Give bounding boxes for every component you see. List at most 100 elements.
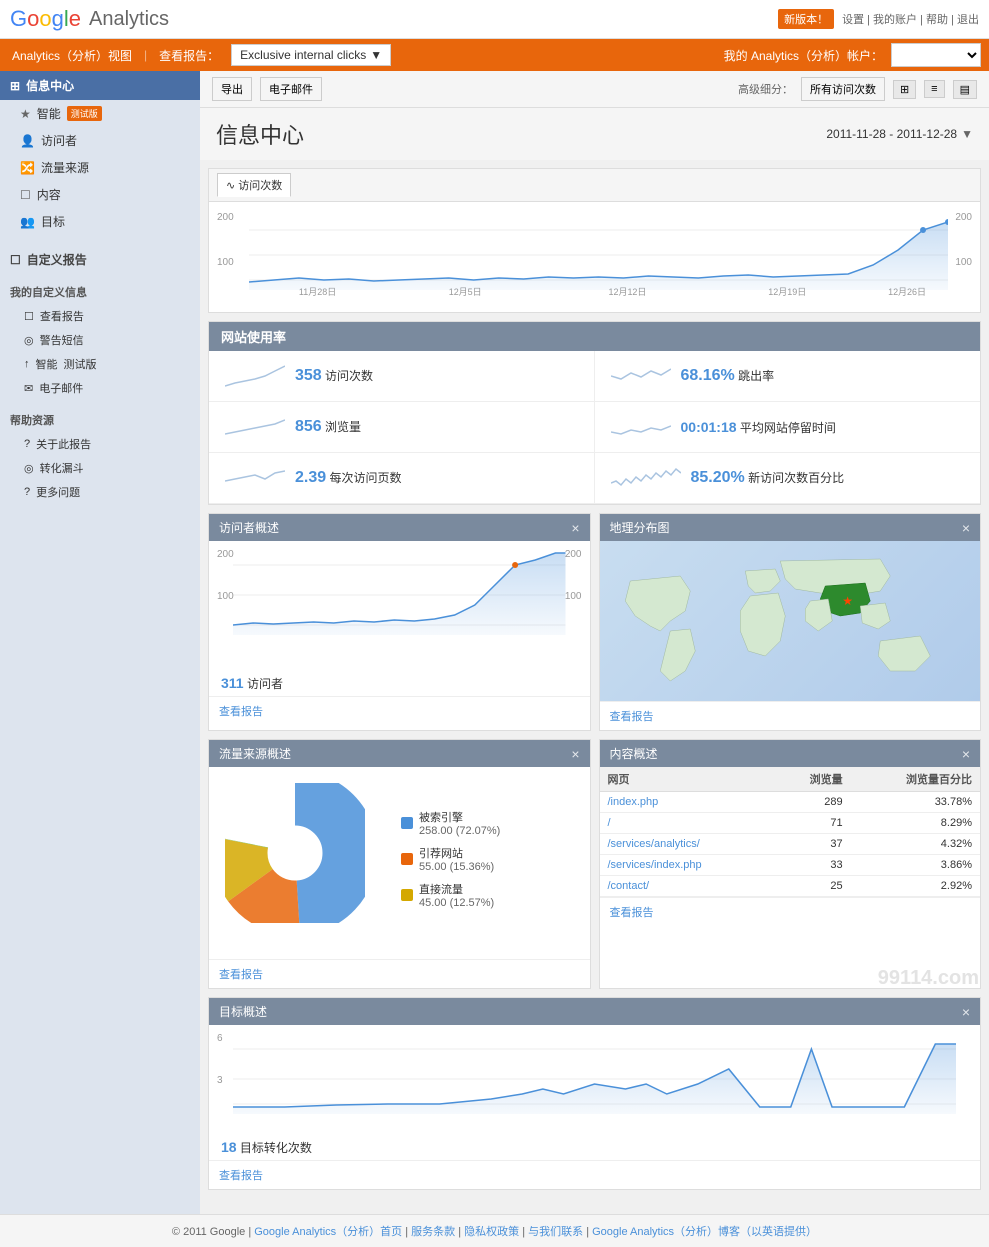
col-views: 浏览量 — [773, 767, 850, 792]
nav-dropdown[interactable]: Exclusive internal clicks ▼ — [231, 44, 391, 66]
cell-pct: 33.78% — [851, 792, 980, 813]
smart-label: 智能 — [37, 105, 61, 122]
smart-badge: 测试版 — [67, 106, 102, 121]
new-version-badge[interactable]: 新版本！ — [778, 9, 834, 29]
content-table: 网页 浏览量 浏览量百分比 /index.php 289 33.78% / 71… — [600, 767, 981, 897]
traffic-panel-footer: 查看报告 — [209, 959, 590, 988]
cell-views: 289 — [773, 792, 850, 813]
stat-pageviews-value: 856 — [295, 418, 322, 435]
sidebar-item-visitor[interactable]: 👤 访问者 — [0, 127, 200, 154]
nav-view-report[interactable]: 查看报告： — [155, 45, 223, 66]
visitor-label: 访问者 — [41, 132, 77, 149]
view-btn-table[interactable]: ▤ — [953, 80, 977, 99]
goal-panel-header: 目标概述 × — [209, 998, 980, 1025]
chart-tab-visits-label: 访问次数 — [238, 180, 282, 192]
account-select[interactable] — [891, 43, 981, 67]
col-pct: 浏览量百分比 — [851, 767, 980, 792]
watermark: 99114.com — [878, 967, 979, 990]
sparkline-pageviews — [225, 412, 285, 442]
logo: Google Analytics — [10, 6, 169, 32]
geo-view-report[interactable]: 查看报告 — [610, 711, 654, 723]
cell-page: /services/analytics/ — [600, 834, 774, 855]
goal-panel-close-icon[interactable]: × — [962, 1004, 970, 1020]
email-button[interactable]: 电子邮件 — [260, 77, 322, 101]
sidebar-item-content[interactable]: ☐ 内容 — [0, 181, 200, 208]
sidebar-item-goals[interactable]: 👥 目标 — [0, 208, 200, 235]
cell-page: /services/index.php — [600, 855, 774, 876]
traffic-chart-body: 被索引擎 258.00 (72.07%) 引荐网站 55.00 (15.36%) — [209, 767, 590, 959]
goals-icon: 👥 — [20, 215, 35, 229]
toolbar-right: 高级细分： 所有访问次数 ⊞ ≡ ▤ — [738, 77, 977, 101]
sparkline-new — [611, 463, 681, 493]
sidebar-item-smart[interactable]: ★ 智能 测试版 — [0, 100, 200, 127]
sidebar-sub-more-help[interactable]: ? 更多问题 — [0, 480, 200, 504]
geo-panel-close-icon[interactable]: × — [962, 520, 970, 536]
visitor-panel-close-icon[interactable]: × — [571, 520, 579, 536]
footer-link-4[interactable]: Google Analytics（分析）博客（以英语提供） — [592, 1226, 817, 1238]
footer-link-2[interactable]: 隐私权政策 — [464, 1226, 519, 1238]
sidebar-sub-intelligence[interactable]: ↑ 智能 测试版 — [0, 352, 200, 376]
navbar: Analytics（分析）视图 | 查看报告： Exclusive intern… — [0, 39, 989, 71]
stat-visits-label: 访问次数 — [325, 369, 373, 383]
sidebar-item-traffic[interactable]: 🔀 流量来源 — [0, 154, 200, 181]
optimize-label: 转化漏斗 — [40, 460, 84, 476]
footer-link-3[interactable]: 与我们联系 — [528, 1226, 583, 1238]
chart-tab-visits[interactable]: ∿ 访问次数 — [217, 173, 291, 197]
page-title: 信息中心 — [216, 118, 304, 150]
cell-views: 25 — [773, 876, 850, 897]
alert-icon: ◎ — [24, 334, 34, 347]
goal-chart-svg — [233, 1029, 956, 1124]
panels-row-2: 流量来源概述 × — [208, 739, 981, 989]
sidebar-header-info-center[interactable]: ⊞ 信息中心 — [0, 71, 200, 100]
content-view-report[interactable]: 查看报告 — [610, 907, 654, 919]
stat-pages-label: 每次访问页数 — [329, 471, 401, 485]
goals-label: 目标 — [41, 213, 65, 230]
custom-reports-section: ☐ 自定义报告 — [0, 243, 200, 272]
all-visitors-button[interactable]: 所有访问次数 — [801, 77, 885, 101]
email-label: 电子邮件 — [39, 380, 83, 396]
main-chart-container: 200 100 200 100 11月28日 — [209, 202, 980, 312]
main-chart-svg: 11月28日 12月5日 12月12日 12月19日 12月26日 — [249, 210, 948, 300]
email-icon: ✉ — [24, 382, 33, 395]
stat-time-value: 00:01:18 — [681, 419, 737, 435]
content-panel-close-icon[interactable]: × — [962, 746, 970, 762]
geo-panel-header: 地理分布图 × — [600, 514, 981, 541]
stat-time-label: 平均网站停留时间 — [740, 421, 836, 435]
panel-content-overview: 内容概述 × 网页 浏览量 浏览量百分比 /ind — [599, 739, 982, 989]
nav-analytics[interactable]: Analytics（分析）视图 — [8, 45, 136, 66]
goal-view-report[interactable]: 查看报告 — [219, 1170, 263, 1182]
footer-link-1[interactable]: 服务条款 — [411, 1226, 455, 1238]
nav-dropdown-value: Exclusive internal clicks — [240, 48, 366, 62]
header-links[interactable]: 设置 | 我的账户 | 帮助 | 退出 — [842, 11, 979, 27]
world-map-svg: ★ — [600, 541, 981, 701]
visitor-view-report[interactable]: 查看报告 — [219, 706, 263, 718]
traffic-view-report[interactable]: 查看报告 — [219, 969, 263, 981]
sidebar-sub-optimize[interactable]: ◎ 转化漏斗 — [0, 456, 200, 480]
goal-y-mid: 3 — [217, 1075, 223, 1086]
header: Google Analytics 新版本！ 设置 | 我的账户 | 帮助 | 退… — [0, 0, 989, 39]
stat-new-value: 85.20% — [691, 469, 745, 486]
pie-chart — [225, 783, 385, 943]
traffic-panel-close-icon[interactable]: × — [571, 746, 579, 762]
footer-link-0[interactable]: Google Analytics（分析）首页 — [254, 1226, 402, 1238]
goal-panel-footer: 查看报告 — [209, 1160, 980, 1189]
sidebar-sub-alert[interactable]: ◎ 警告短信 — [0, 328, 200, 352]
goal-count-display: 18 目标转化次数 — [209, 1135, 980, 1160]
stat-time: 00:01:18 平均网站停留时间 — [595, 402, 981, 453]
export-button[interactable]: 导出 — [212, 77, 252, 101]
main-chart-section: ∿ 访问次数 200 100 200 100 — [208, 168, 981, 313]
sidebar-sub-email[interactable]: ✉ 电子邮件 — [0, 376, 200, 400]
view-btn-list[interactable]: ≡ — [924, 80, 944, 98]
content-table-wrapper: 网页 浏览量 浏览量百分比 /index.php 289 33.78% / 71… — [600, 767, 981, 897]
panel-traffic-source: 流量来源概述 × — [208, 739, 591, 989]
view-btn-grid[interactable]: ⊞ — [893, 80, 916, 99]
page-title-bar: 信息中心 2011-11-28 - 2011-12-28 ▼ — [200, 108, 989, 160]
content-area: 导出 电子邮件 高级细分： 所有访问次数 ⊞ ≡ ▤ 信息中心 2011-11-… — [200, 71, 989, 1214]
date-range[interactable]: 2011-11-28 - 2011-12-28 ▼ — [826, 127, 973, 141]
legend-referral-dot — [401, 853, 413, 865]
visitor-chart-svg — [233, 545, 566, 655]
traffic-panel-header: 流量来源概述 × — [209, 740, 590, 767]
stat-new-label: 新访问次数百分比 — [748, 471, 844, 485]
sidebar-sub-about-report[interactable]: ? 关于此报告 — [0, 432, 200, 456]
sidebar-sub-my-reports[interactable]: ☐ 查看报告 — [0, 304, 200, 328]
